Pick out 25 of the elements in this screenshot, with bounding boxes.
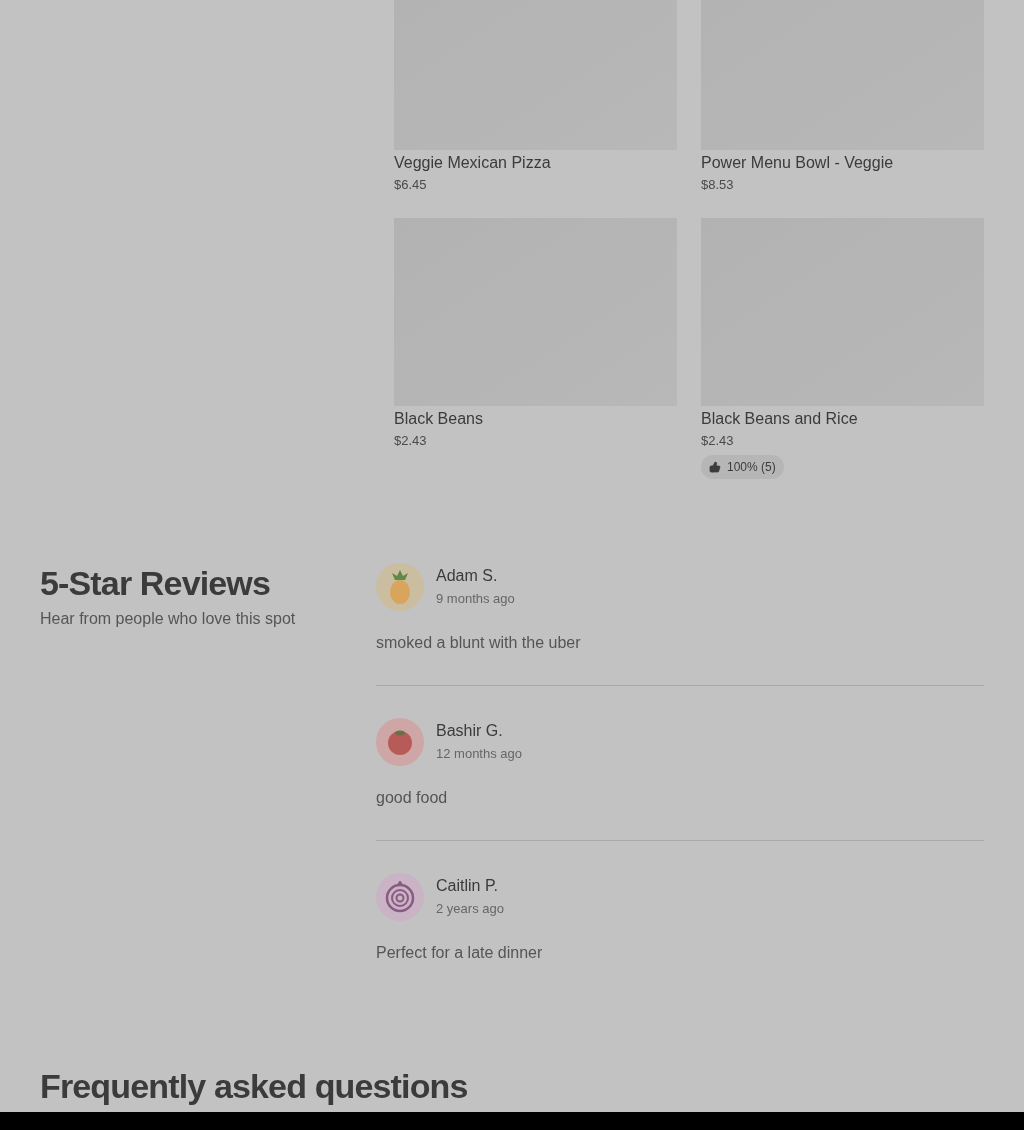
faq-heading: Frequently asked questions <box>40 1066 468 1106</box>
tomato-icon <box>387 729 413 755</box>
onion-icon <box>385 881 415 913</box>
item-name: Black Beans <box>394 409 484 429</box>
item-name: Black Beans and Rice <box>701 409 859 429</box>
review-text: good food <box>376 788 449 808</box>
reviews-subtitle: Hear from people who love this spot <box>40 609 297 629</box>
thumbs-up-icon <box>709 461 721 473</box>
rating-text: 100% (5) <box>727 459 776 476</box>
pineapple-icon <box>388 570 412 604</box>
review-time: 2 years ago <box>436 900 504 918</box>
reviewer-name: Caitlin P. <box>436 876 499 896</box>
item-price: $6.45 <box>394 176 428 194</box>
item-price: $2.43 <box>394 432 428 450</box>
item-price: $8.53 <box>701 176 735 194</box>
review-text: Perfect for a late dinner <box>376 943 544 963</box>
reviewer-name: Bashir G. <box>436 721 504 741</box>
review-time: 12 months ago <box>436 745 522 763</box>
reviewer-name: Adam S. <box>436 566 499 586</box>
review-text: smoked a blunt with the uber <box>376 633 582 653</box>
reviews-heading: 5-Star Reviews <box>40 563 271 604</box>
item-name: Veggie Mexican Pizza <box>394 153 552 173</box>
item-price: $2.43 <box>701 432 735 450</box>
item-name: Power Menu Bowl - Veggie <box>701 153 895 173</box>
review-time: 9 months ago <box>436 590 515 608</box>
